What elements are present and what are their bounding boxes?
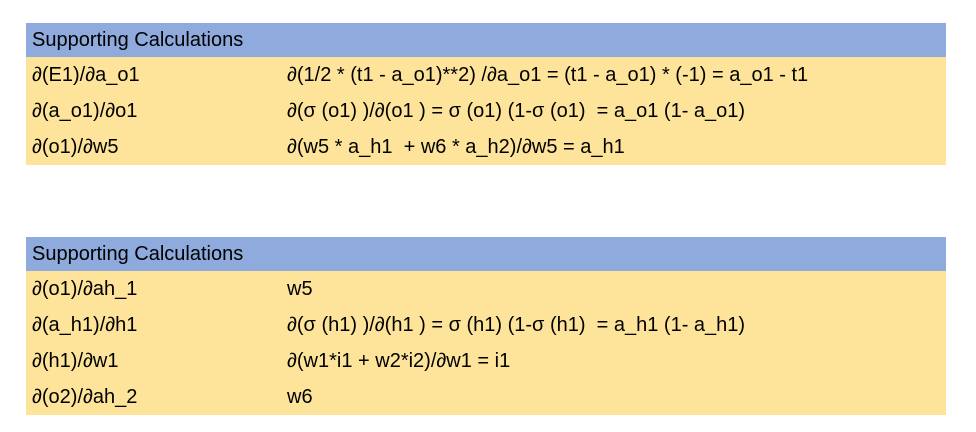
table-row: ∂(o2)/∂ah_2 w6: [26, 379, 946, 415]
supporting-calculations-table-2: Supporting Calculations ∂(o1)/∂ah_1 w5 ∂…: [26, 237, 946, 415]
derivative-formula: w5: [287, 277, 313, 300]
table-row: ∂(o1)/∂ah_1 w5: [26, 271, 946, 307]
table-row: ∂(E1)/∂a_o1 ∂(1/2 * (t1 - a_o1)**2) /∂a_…: [26, 57, 946, 93]
table-header: Supporting Calculations: [26, 237, 946, 271]
derivative-label: ∂(E1)/∂a_o1: [32, 63, 140, 86]
derivative-formula: ∂(σ (o1) )/∂(o1 ) = σ (o1) (1-σ (o1) = a…: [287, 99, 746, 122]
table-row: ∂(a_o1)/∂o1 ∂(σ (o1) )/∂(o1 ) = σ (o1) (…: [26, 93, 946, 129]
derivative-label: ∂(o1)/∂w5: [32, 135, 119, 158]
derivative-formula: ∂(w5 * a_h1 + w6 * a_h2)/∂w5 = a_h1: [287, 135, 625, 158]
derivative-label: ∂(o1)/∂ah_1: [32, 277, 138, 300]
table-row: ∂(o1)/∂w5 ∂(w5 * a_h1 + w6 * a_h2)/∂w5 =…: [26, 129, 946, 165]
table-header: Supporting Calculations: [26, 23, 946, 57]
table-row: ∂(a_h1)/∂h1 ∂(σ (h1) )/∂(h1 ) = σ (h1) (…: [26, 307, 946, 343]
derivative-formula: ∂(1/2 * (t1 - a_o1)**2) /∂a_o1 = (t1 - a…: [287, 63, 809, 86]
derivative-formula: ∂(σ (h1) )/∂(h1 ) = σ (h1) (1-σ (h1) = a…: [287, 313, 746, 336]
table-row: ∂(h1)/∂w1 ∂(w1*i1 + w2*i2)/∂w1 = i1: [26, 343, 946, 379]
derivative-formula: w6: [287, 385, 313, 408]
derivative-label: ∂(a_h1)/∂h1: [32, 313, 138, 336]
derivative-label: ∂(h1)/∂w1: [32, 349, 119, 372]
derivative-label: ∂(a_o1)/∂o1: [32, 99, 138, 122]
supporting-calculations-table-1: Supporting Calculations ∂(E1)/∂a_o1 ∂(1/…: [26, 23, 946, 165]
derivative-label: ∂(o2)/∂ah_2: [32, 385, 138, 408]
derivative-formula: ∂(w1*i1 + w2*i2)/∂w1 = i1: [287, 349, 511, 372]
